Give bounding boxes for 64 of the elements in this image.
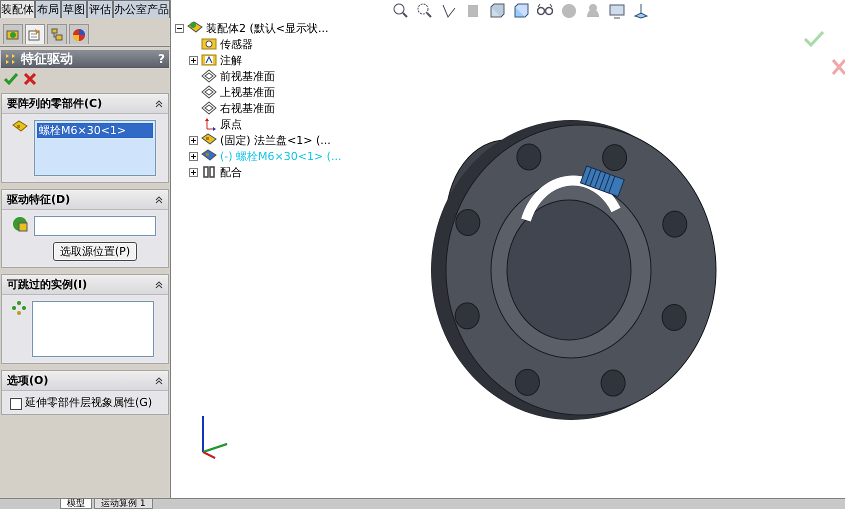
checkbox[interactable] xyxy=(10,398,22,410)
collapse-icon xyxy=(155,100,163,108)
config-tree-icon xyxy=(49,26,65,42)
monitor-icon xyxy=(609,3,625,19)
ribbon-tab[interactable]: 办公室产品 xyxy=(113,0,170,18)
panel-tab[interactable] xyxy=(47,24,67,44)
ribbon-tab[interactable]: 装配体 xyxy=(0,0,35,18)
expand-toggle-icon[interactable] xyxy=(189,152,198,160)
input-field[interactable] xyxy=(34,216,156,236)
section-title: 要阵列的零部件(C) xyxy=(7,96,102,111)
tree-item[interactable]: 装配体2 (默认<显示状... xyxy=(206,20,328,36)
collapse-toggle-icon[interactable] xyxy=(175,24,184,32)
panel-tab[interactable] xyxy=(25,24,45,44)
tree-item[interactable]: 传感器 xyxy=(220,36,253,52)
ribbon-tab[interactable]: 草图 xyxy=(61,0,87,18)
plane-icon xyxy=(201,84,217,100)
select-button[interactable]: 选取源位置(P) xyxy=(52,242,138,261)
ribbon-tab[interactable]: 布局 xyxy=(35,0,61,18)
tree-item[interactable]: 注解 xyxy=(220,52,242,68)
list-item[interactable]: 螺栓M6×30<1> xyxy=(37,123,153,138)
bottom-tab[interactable]: 模型 xyxy=(60,499,92,509)
tree-item[interactable]: 上视基准面 xyxy=(220,84,275,100)
ribbon-tab[interactable]: 评估 xyxy=(87,0,113,18)
checkbox-label: 延伸零部件层视象属性(G) xyxy=(25,395,154,410)
sphere-icon xyxy=(561,3,577,19)
collapse-icon xyxy=(155,376,163,384)
tree-item[interactable]: 配合 xyxy=(220,164,242,180)
list-box[interactable] xyxy=(32,301,154,357)
checkmark-icon[interactable] xyxy=(803,30,825,48)
display-style-icon xyxy=(513,3,529,19)
pattern-icon xyxy=(5,53,17,65)
section-title: 可跳过的实例(I) xyxy=(7,277,88,292)
section-title: 选项(O) xyxy=(7,373,48,388)
color-ball-icon xyxy=(71,26,87,42)
zoom-fit-icon xyxy=(393,3,409,19)
expand-toggle-icon[interactable] xyxy=(189,136,198,144)
collapse-icon xyxy=(155,196,163,204)
panel-title: 特征驱动 xyxy=(21,51,74,68)
list-box[interactable]: 螺栓M6×30<1> xyxy=(34,120,156,176)
expand-toggle-icon[interactable] xyxy=(189,56,198,64)
collapse-icon xyxy=(155,280,163,288)
folder-icon xyxy=(201,36,217,52)
plane-icon xyxy=(201,68,217,84)
zoom-area-icon xyxy=(417,3,433,19)
expand-toggle-icon[interactable] xyxy=(189,168,198,176)
part-icon xyxy=(12,120,28,134)
feature-icon xyxy=(12,216,28,232)
checkmark-icon[interactable] xyxy=(4,73,18,85)
axis-icon xyxy=(633,3,649,19)
folder-icon xyxy=(201,52,217,68)
dots-icon xyxy=(12,301,26,315)
section-title: 驱动特征(D) xyxy=(7,192,70,207)
tree-item[interactable]: (固定) 法兰盘<1> (... xyxy=(220,132,331,148)
panel-tab[interactable] xyxy=(69,24,89,44)
paperclip-icon xyxy=(201,164,217,180)
panel-tab[interactable] xyxy=(3,24,23,44)
help-button[interactable]: ? xyxy=(158,52,165,66)
tree-item[interactable]: 前视基准面 xyxy=(220,68,275,84)
tree-item[interactable]: 右视基准面 xyxy=(220,100,275,116)
bottom-tab[interactable]: 运动算例 1 xyxy=(94,499,153,509)
plane-icon xyxy=(201,100,217,116)
tree-item[interactable]: 原点 xyxy=(220,116,242,132)
close-icon[interactable] xyxy=(24,73,36,85)
view-orientation-icon xyxy=(489,3,505,19)
